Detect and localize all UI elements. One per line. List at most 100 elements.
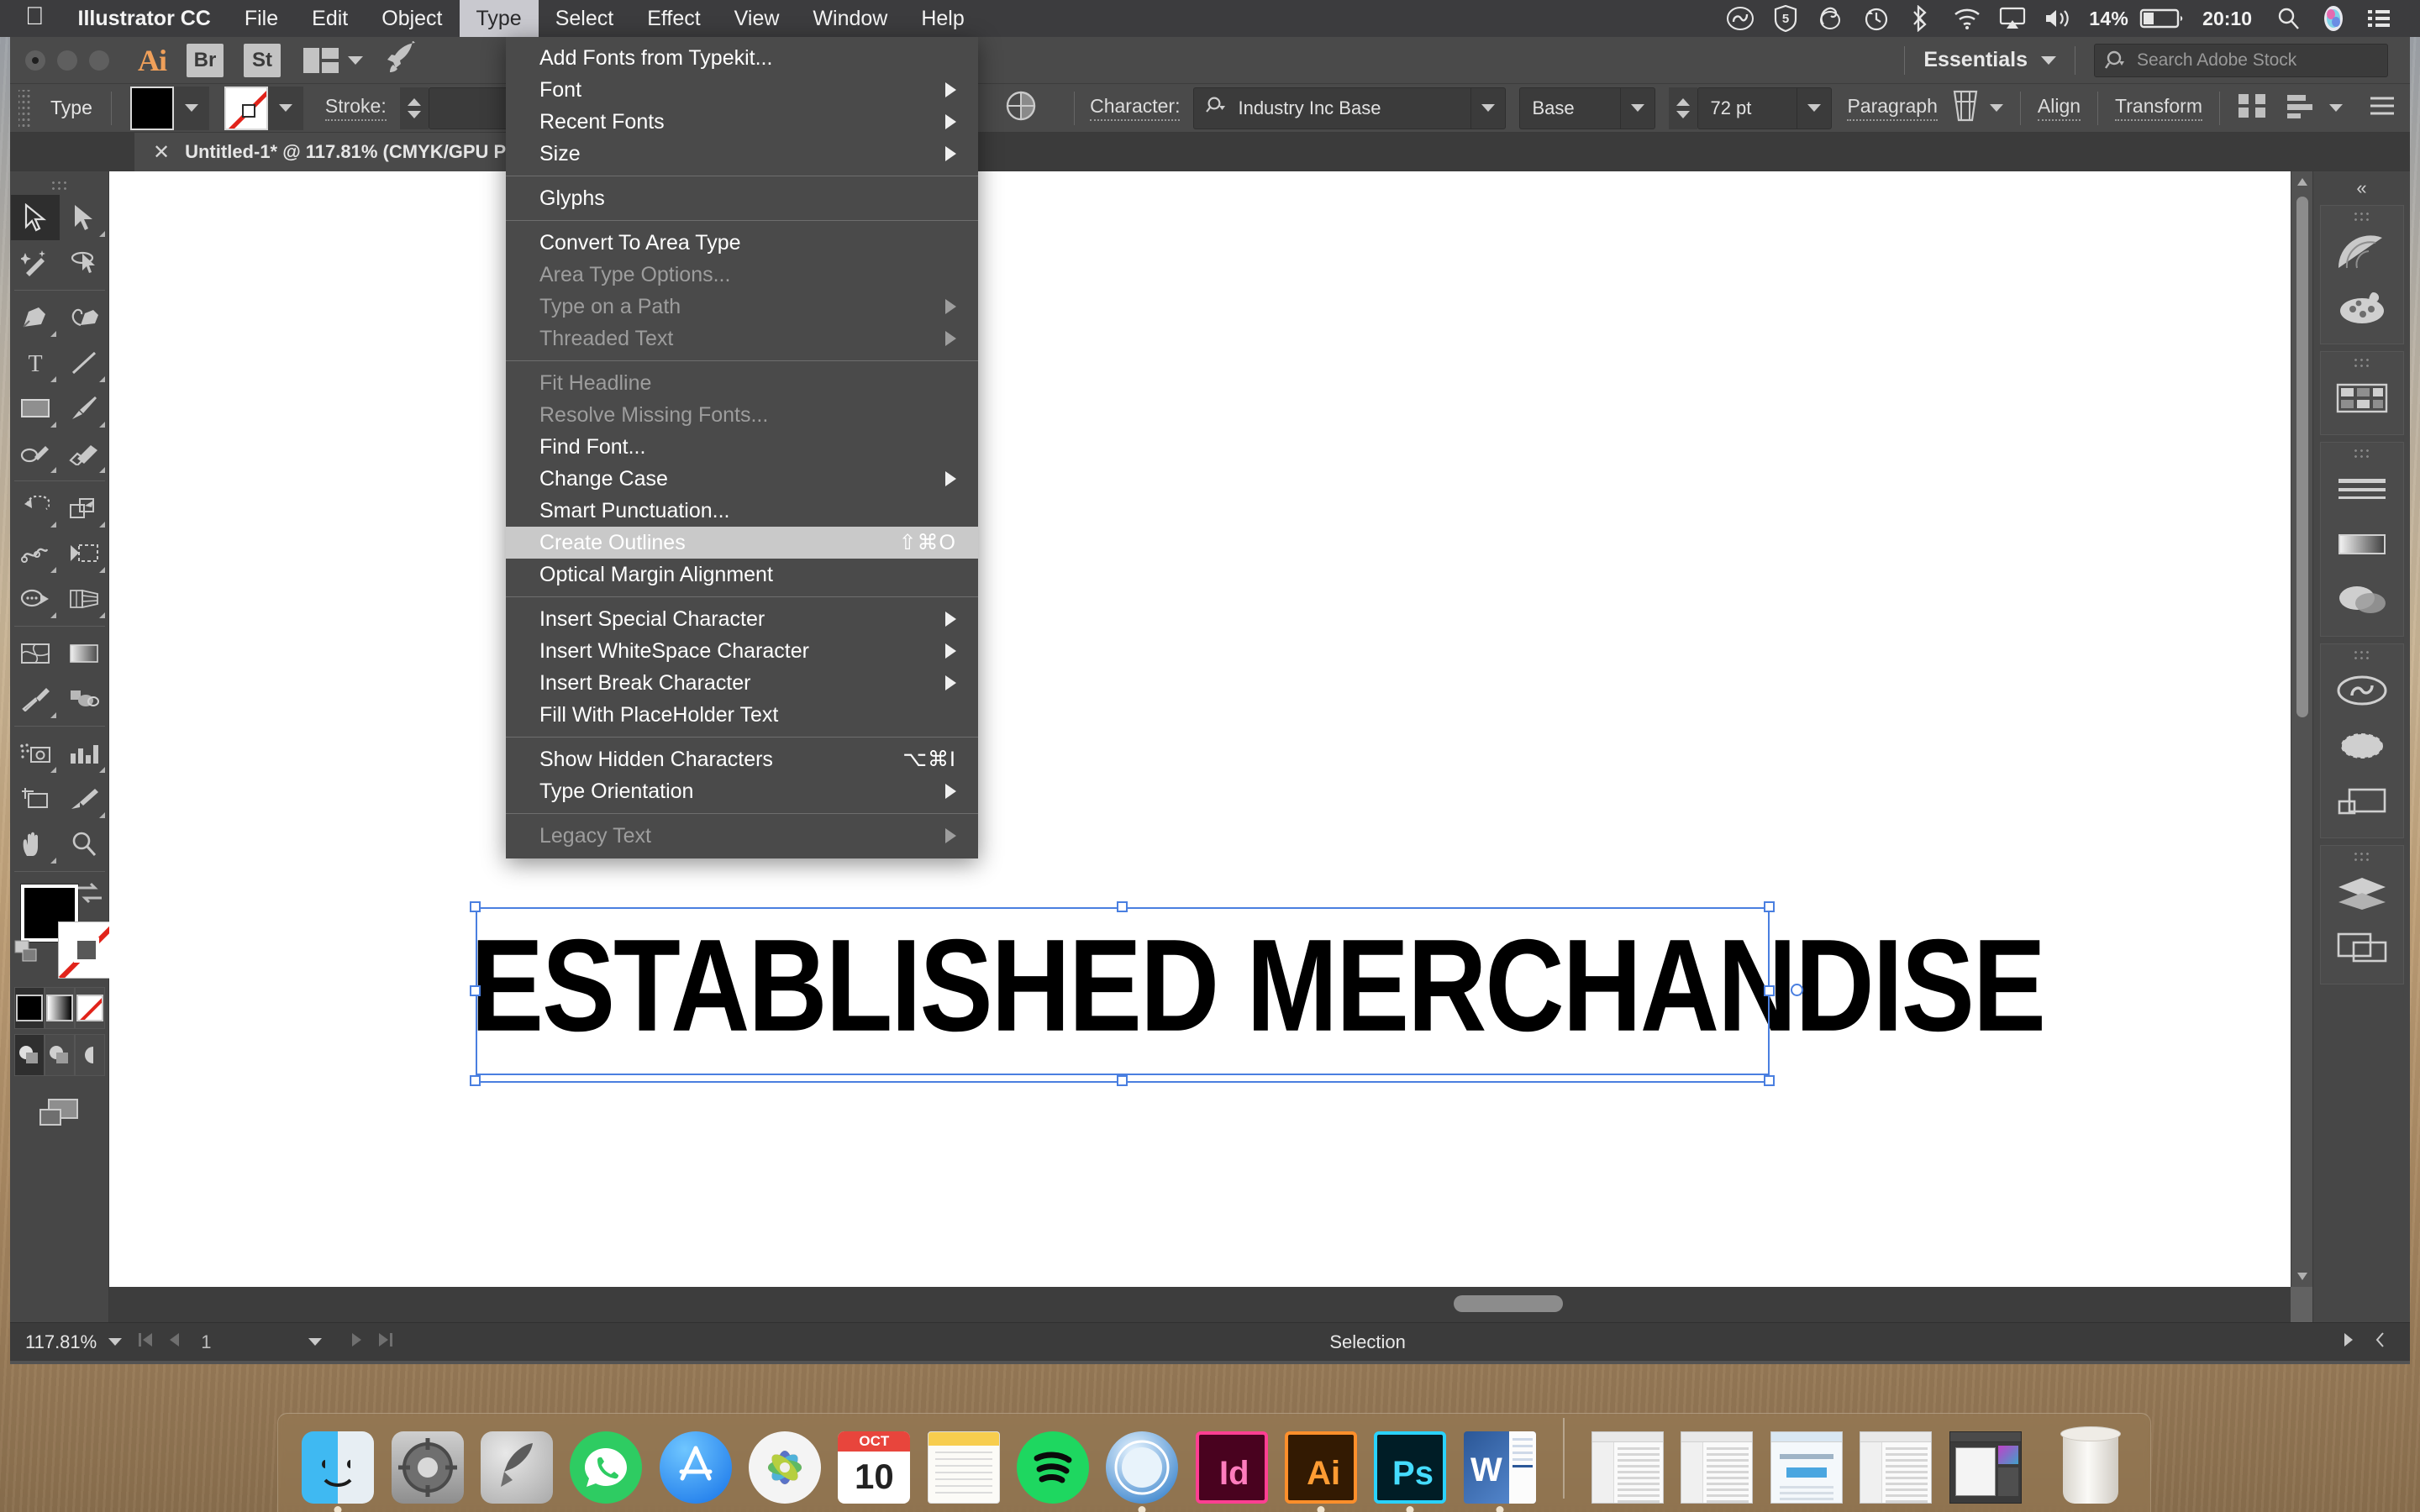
line-segment-tool[interactable]: [60, 340, 108, 386]
dock-item-illustrator[interactable]: Ai: [1282, 1421, 1360, 1512]
stroke-swatch-none[interactable]: [224, 86, 268, 130]
layers-panel-icon[interactable]: [2325, 864, 2399, 920]
stroke-panel-icon[interactable]: [2325, 461, 2399, 517]
menu-type[interactable]: Type: [459, 0, 539, 37]
font-family-combo[interactable]: Industry Inc Base: [1193, 87, 1507, 129]
panel-grip[interactable]: [50, 180, 69, 190]
panel-grip[interactable]: [2352, 357, 2371, 367]
zoom-control[interactable]: 117.81%: [10, 1331, 123, 1353]
volume-icon[interactable]: [2035, 0, 2081, 37]
menu-item-find-font[interactable]: Find Font...: [506, 431, 978, 463]
color-paint-button[interactable]: [13, 987, 45, 1029]
handle-mid-right[interactable]: [1764, 985, 1775, 996]
stepper-up-icon[interactable]: [1676, 97, 1691, 106]
dock-item-word[interactable]: W: [1461, 1421, 1539, 1512]
mesh-tool[interactable]: [11, 631, 60, 676]
dock-item-safari[interactable]: [1103, 1421, 1181, 1512]
font-size-stepper[interactable]: [1669, 87, 1698, 129]
handle-bottom-right[interactable]: [1764, 1075, 1775, 1086]
stroke-swatch-large-none[interactable]: [57, 921, 115, 979]
next-page-icon[interactable]: [350, 1331, 364, 1354]
menu-item-glyphs[interactable]: Glyphs: [506, 182, 978, 214]
vertical-scroll-thumb[interactable]: [2296, 197, 2308, 717]
handle-top-center[interactable]: [1117, 901, 1128, 912]
curvature-tool[interactable]: [60, 295, 108, 340]
zoom-level-value[interactable]: 117.81%: [25, 1331, 97, 1353]
battery-percent[interactable]: 14%: [2081, 8, 2137, 30]
panel-grip[interactable]: [2352, 649, 2371, 659]
menu-item-add-fonts-from-typekit[interactable]: Add Fonts from Typekit...: [506, 42, 978, 74]
scroll-down-icon[interactable]: [2291, 1265, 2312, 1287]
chevron-down-icon[interactable]: [308, 1338, 323, 1346]
spotlight-search-icon[interactable]: [2265, 0, 2311, 37]
dock-item-whatsapp[interactable]: [567, 1421, 644, 1504]
perspective-grid-tool[interactable]: [60, 576, 108, 622]
menu-item-fill-with-placeholder-text[interactable]: Fill With PlaceHolder Text: [506, 699, 978, 731]
align-panel-icon[interactable]: [2237, 92, 2270, 125]
zoom-window-button[interactable]: [89, 50, 109, 71]
character-label[interactable]: Character:: [1090, 95, 1181, 121]
workspace-label[interactable]: Essentials: [1923, 48, 2028, 72]
symbols-panel-icon[interactable]: [2325, 774, 2399, 829]
menu-file[interactable]: File: [228, 0, 295, 37]
prev-page-icon[interactable]: [167, 1331, 181, 1354]
dock-item-system-preferences[interactable]: [388, 1421, 466, 1504]
battery-icon[interactable]: [2137, 0, 2187, 37]
menu-item-show-hidden-characters[interactable]: Show Hidden Characters ⌥⌘I: [506, 743, 978, 775]
stroke-weight-stepper[interactable]: [399, 87, 429, 129]
artboard-tool[interactable]: [11, 776, 60, 822]
dock-item-trash[interactable]: [2052, 1421, 2129, 1504]
menu-effect[interactable]: Effect: [630, 0, 717, 37]
chevron-down-icon[interactable]: [108, 1338, 123, 1346]
shaper-pencil-tool[interactable]: [11, 431, 60, 476]
font-family-dropdown-button[interactable]: [1470, 87, 1507, 129]
panel-menu-icon[interactable]: [2368, 93, 2396, 123]
dropbox-icon[interactable]: [1808, 0, 1854, 37]
document-tab[interactable]: ✕ Untitled-1* @ 117.81% (CMYK/GPU Pre: [134, 133, 543, 171]
zoom-tool[interactable]: [60, 822, 108, 867]
stepper-up-icon[interactable]: [407, 97, 421, 106]
menu-item-optical-margin-alignment[interactable]: Optical Margin Alignment: [506, 559, 978, 591]
fill-color-control[interactable]: [129, 86, 209, 130]
minimized-finder-window-1[interactable]: [1589, 1421, 1666, 1504]
change-screen-mode-icon[interactable]: [37, 1096, 82, 1134]
chevron-down-icon[interactable]: [1989, 104, 2003, 112]
wifi-icon[interactable]: [1944, 0, 1990, 37]
canvas-area[interactable]: ESTABLISHED MERCHANDISE: [109, 171, 2312, 1322]
handle-bottom-left[interactable]: [470, 1075, 481, 1086]
menu-item-create-outlines[interactable]: Create Outlines ⇧⌘O: [506, 527, 978, 559]
menu-window[interactable]: Window: [796, 0, 904, 37]
menu-item-size[interactable]: Size: [506, 138, 978, 170]
magic-wand-tool[interactable]: [11, 240, 60, 286]
color-guide-panel-icon[interactable]: [2325, 280, 2399, 335]
selection-tool[interactable]: [10, 195, 60, 240]
stock-button[interactable]: St: [244, 43, 281, 77]
none-paint-button[interactable]: [74, 987, 105, 1029]
free-transform-tool[interactable]: [60, 531, 108, 576]
menu-item-insert-whitespace-character[interactable]: Insert WhiteSpace Character: [506, 635, 978, 667]
close-icon[interactable]: ✕: [153, 140, 170, 165]
default-fill-stroke-icon[interactable]: [14, 940, 41, 969]
siri-icon[interactable]: [2311, 0, 2356, 37]
onepassword-icon[interactable]: 5: [1763, 0, 1808, 37]
minimized-safari-window[interactable]: [1768, 1421, 1845, 1504]
stock-rocket-icon[interactable]: [385, 40, 422, 79]
notification-center-icon[interactable]: [2356, 0, 2402, 37]
symbol-sprayer-tool[interactable]: [11, 731, 60, 776]
stepper-down-icon[interactable]: [407, 110, 421, 118]
align-label[interactable]: Align: [2037, 95, 2081, 121]
paragraph-label[interactable]: Paragraph: [1847, 95, 1938, 121]
dock-item-photoshop[interactable]: Ps: [1371, 1421, 1449, 1512]
swatches-panel-icon[interactable]: [2325, 370, 2399, 426]
rectangle-tool[interactable]: [11, 386, 60, 431]
text-anchor-point[interactable]: [1791, 984, 1803, 996]
gradient-paint-button[interactable]: [44, 987, 75, 1029]
panel-grip[interactable]: [2352, 851, 2371, 861]
lasso-tool[interactable]: [60, 240, 108, 286]
arrange-documents-button[interactable]: [302, 47, 363, 74]
creative-cloud-icon[interactable]: [1718, 0, 1763, 37]
cc-libraries-panel-icon[interactable]: [2325, 663, 2399, 718]
transparency-panel-icon[interactable]: [2325, 572, 2399, 627]
dock-item-photos[interactable]: [746, 1421, 823, 1504]
panel-grip[interactable]: [2352, 448, 2371, 458]
